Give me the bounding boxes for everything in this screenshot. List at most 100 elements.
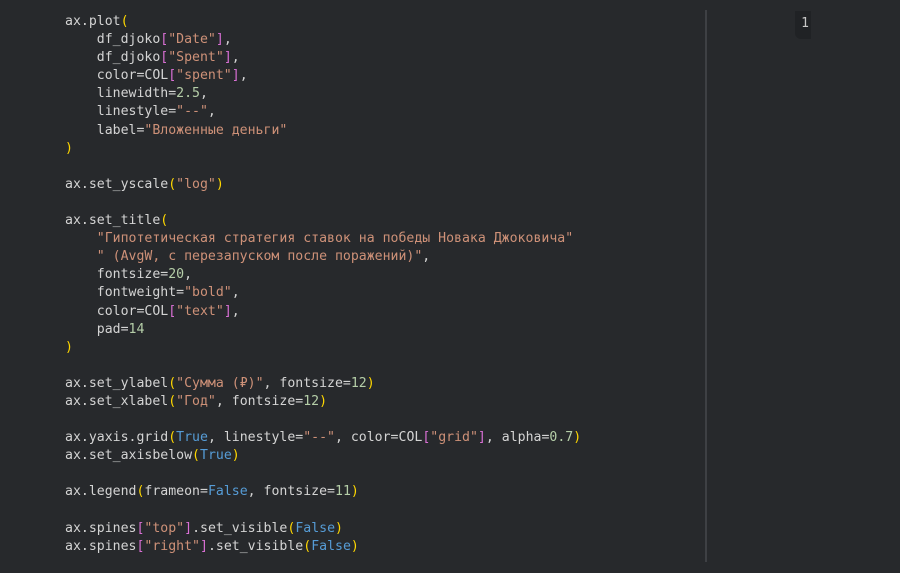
code-token: , alpha= (485, 430, 550, 446)
code-line[interactable]: ) (65, 140, 581, 158)
code-token: color=COL (65, 303, 169, 319)
code-line[interactable]: "Гипотетическая стратегия ставок на побе… (65, 230, 581, 248)
code-token: "log" (176, 176, 216, 192)
code-token: pad= (65, 321, 129, 337)
code-token: , (184, 267, 193, 283)
code-token: "Сумма (₽)" (176, 375, 264, 391)
code-token: , (231, 303, 240, 319)
code-token: ax.spines (65, 538, 137, 554)
code-token: ( (168, 375, 177, 391)
code-line[interactable] (65, 194, 581, 212)
code-token: "grid" (430, 430, 478, 446)
code-token: ( (192, 448, 200, 464)
code-token: , fontsize= (215, 393, 304, 409)
code-token: frameon= (144, 484, 208, 500)
code-line[interactable] (65, 502, 581, 520)
code-token: ) (65, 140, 73, 156)
code-line[interactable]: linestyle="--", (65, 103, 581, 121)
code-token: 14 (128, 321, 145, 337)
code-line[interactable] (65, 158, 581, 176)
code-editor[interactable]: ax.plot( df_djoko["Date"], df_djoko["Spe… (65, 13, 581, 556)
code-token: "Spent" (168, 50, 224, 66)
code-token: ( (303, 538, 312, 554)
code-token: ) (335, 520, 343, 536)
code-token: 12 (303, 393, 320, 409)
code-line[interactable]: df_djoko["Spent"], (65, 49, 581, 67)
code-token: ax.set_axisbelow (65, 448, 193, 464)
code-token: "Гипотетическая стратегия ставок на побе… (96, 231, 574, 247)
code-token: ( (168, 176, 177, 192)
code-token: , fontsize= (263, 375, 351, 391)
code-token: ax.spines (65, 520, 137, 536)
code-token: "right" (144, 538, 200, 554)
code-token: ax.legend (65, 484, 137, 500)
code-line[interactable]: ax.yaxis.grid(True, linestyle="--", colo… (65, 429, 581, 447)
code-token: ( (168, 430, 177, 446)
code-token: ) (319, 393, 328, 409)
code-token: ] (184, 520, 193, 536)
code-token: linestyle= (65, 104, 177, 120)
code-line[interactable]: ax.set_axisbelow(True) (65, 447, 581, 465)
code-token: df_djoko (65, 32, 161, 48)
code-token: , (207, 104, 216, 120)
code-line[interactable]: fontsize=20, (65, 266, 581, 284)
code-token: , (223, 32, 232, 48)
code-token: "Вложенные деньги" (144, 122, 288, 138)
code-token: 0.7 (549, 430, 574, 446)
code-line[interactable]: ax.spines["top"].set_visible(False) (65, 520, 581, 538)
code-line[interactable]: ax.set_xlabel("Год", fontsize=12) (65, 393, 581, 411)
code-token: .set_visible (192, 520, 288, 536)
code-token: 20 (168, 267, 185, 283)
code-token: , linestyle= (207, 430, 304, 446)
code-token: ) (215, 176, 224, 192)
code-line[interactable]: label="Вложенные деньги" (65, 122, 581, 140)
code-token: , (231, 50, 240, 66)
code-line[interactable] (65, 357, 581, 375)
code-line[interactable] (65, 465, 581, 483)
code-line[interactable] (65, 411, 581, 429)
code-line[interactable]: color=COL["text"], (65, 303, 581, 321)
code-token: ) (366, 375, 375, 391)
code-line[interactable]: linewidth=2.5, (65, 85, 581, 103)
code-line[interactable]: ax.spines["right"].set_visible(False) (65, 538, 581, 556)
code-line[interactable]: pad=14 (65, 321, 581, 339)
code-line[interactable]: ax.plot( (65, 13, 581, 31)
code-token: ax.set_xlabel (65, 393, 169, 409)
code-token: "top" (144, 520, 185, 536)
code-token: ax.set_yscale (65, 176, 169, 192)
code-token: ) (65, 339, 73, 355)
code-token: 11 (335, 484, 351, 500)
code-token: "Год" (176, 393, 216, 409)
code-token: ) (350, 484, 359, 500)
code-line[interactable]: fontweight="bold", (65, 284, 581, 302)
code-line[interactable]: ax.set_title( (65, 212, 581, 230)
code-token: ) (231, 448, 240, 464)
code-token: "spent" (176, 68, 232, 84)
code-token: ] (215, 32, 224, 48)
code-line[interactable]: ) (65, 339, 581, 357)
code-line[interactable]: ax.set_yscale("log") (65, 176, 581, 194)
code-line[interactable]: ax.set_ylabel("Сумма (₽)", fontsize=12) (65, 375, 581, 393)
code-line[interactable]: color=COL["spent"], (65, 67, 581, 85)
code-token: 2.5 (176, 86, 200, 102)
code-line[interactable]: " (AvgW, с перезапуском после поражений)… (65, 248, 581, 266)
code-token: ] (477, 430, 486, 446)
code-line[interactable]: ax.legend(frameon=False, fontsize=11) (65, 483, 581, 501)
code-token: ax.set_title (65, 213, 161, 229)
code-token: fontweight= (65, 285, 185, 301)
line-number-badge: 1 (795, 11, 811, 39)
code-token: ] (200, 538, 208, 554)
code-token: "Date" (168, 32, 216, 48)
code-token: "bold" (184, 285, 232, 301)
code-token: color=COL (65, 68, 169, 84)
code-token: False (295, 520, 336, 536)
code-token: 12 (350, 375, 367, 391)
code-token: [ (168, 303, 177, 319)
code-token: , color=COL (334, 430, 423, 446)
code-token: ) (573, 430, 582, 446)
code-token: ax.yaxis.grid (65, 430, 169, 446)
editor-divider (705, 10, 707, 562)
code-line[interactable]: df_djoko["Date"], (65, 31, 581, 49)
code-token: , (422, 249, 431, 265)
